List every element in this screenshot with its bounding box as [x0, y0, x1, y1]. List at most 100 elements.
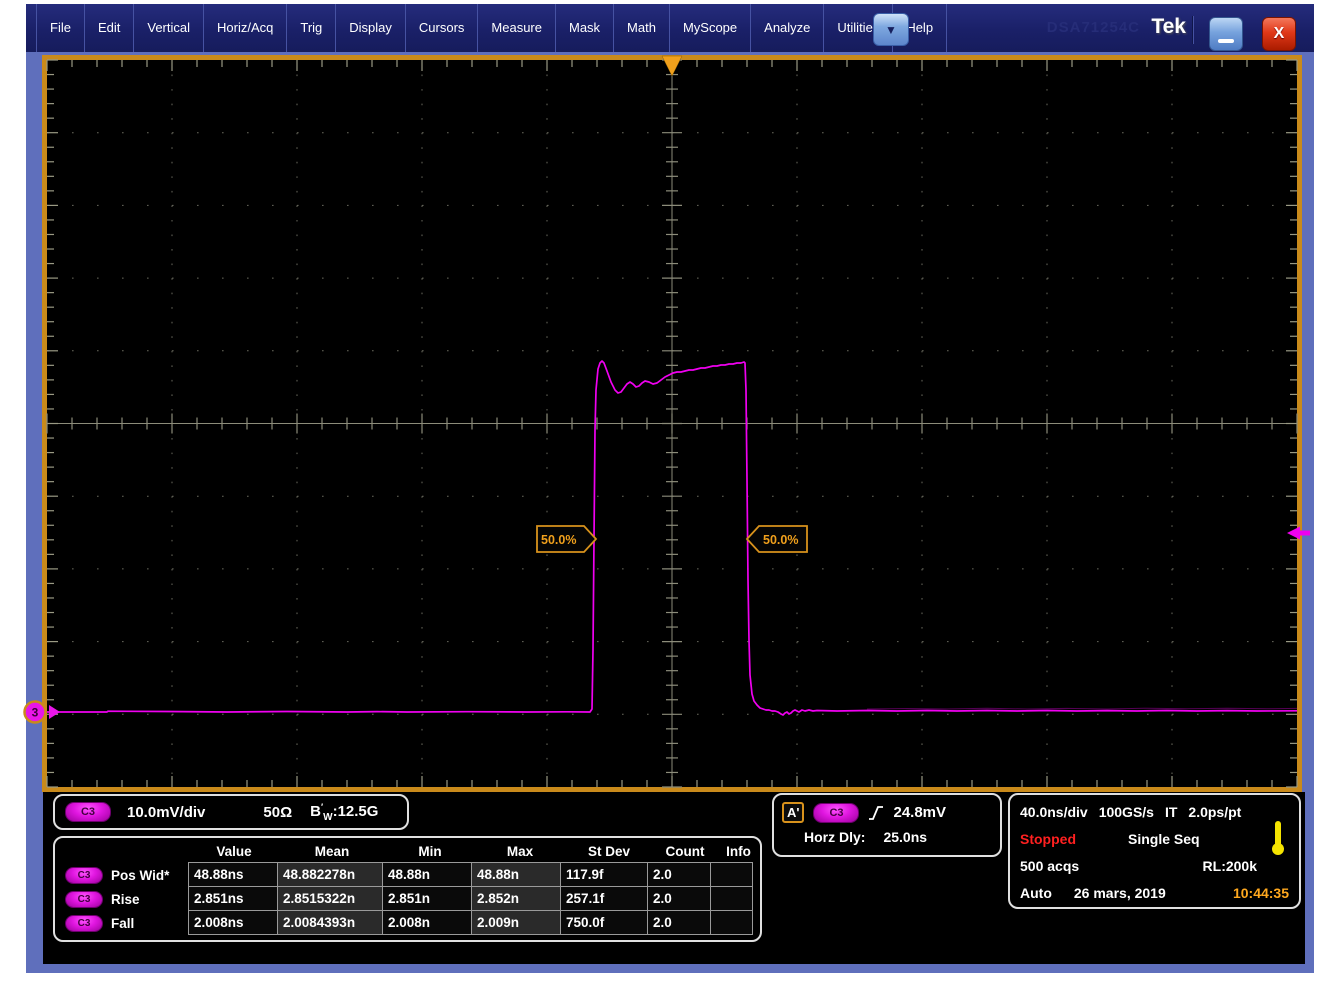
- channel-3-reference-label: 3: [32, 706, 39, 720]
- right-50pct-label: 50.0%: [763, 533, 798, 547]
- measurement-max: 2.009n: [471, 910, 561, 935]
- resolution: 2.0ps/pt: [1188, 804, 1241, 820]
- acq-state: Stopped: [1020, 831, 1076, 847]
- measurement-value: 2.008ns: [188, 910, 278, 935]
- measurement-stdev: 117.9f: [560, 862, 648, 887]
- measurement-label: C3Pos Wid*: [61, 863, 189, 887]
- measurement-min: 2.008n: [382, 910, 472, 935]
- measurement-info: [710, 862, 753, 887]
- measurement-value: 2.851ns: [188, 886, 278, 911]
- column-header-stdev: St Dev: [565, 842, 653, 863]
- measurement-count: 2.0: [647, 862, 711, 887]
- acq-count: 500 acqs: [1020, 858, 1079, 874]
- trigger-panel[interactable]: A' C3 24.8mV Horz Dly:25.0ns: [772, 793, 1002, 857]
- measurement-count: 2.0: [647, 886, 711, 911]
- menu-vertical[interactable]: Vertical: [134, 4, 204, 52]
- measurement-label: C3 Fall: [61, 911, 189, 935]
- rising-edge-icon: [868, 804, 884, 822]
- menu-measure[interactable]: Measure: [478, 4, 556, 52]
- menu-display[interactable]: Display: [336, 4, 406, 52]
- record-length: RL:200k: [1203, 858, 1257, 874]
- acquisition-panel[interactable]: 40.0ns/div 100GS/s IT 2.0ps/pt Stopped S…: [1008, 793, 1301, 909]
- menu-bar: FileEditVerticalHoriz/AcqTrigDisplayCurs…: [36, 4, 947, 52]
- scope-body: 3 50.0% 50.0% C3 10.0mV/div 50Ω B′W:12.5G …: [26, 52, 1314, 973]
- channel-badge: C3: [65, 802, 111, 822]
- menu-file[interactable]: File: [36, 4, 85, 52]
- close-button[interactable]: X: [1262, 17, 1296, 51]
- measurement-info: [710, 910, 753, 935]
- measurement-stdev: 257.1f: [560, 886, 648, 911]
- measurement-row[interactable]: C3Pos Wid*48.88ns48.882278n48.88n48.88n1…: [61, 863, 760, 887]
- channel-3-arrow-icon: [49, 705, 60, 719]
- chevron-down-icon: ▼: [885, 23, 897, 37]
- measurement-value: 48.88ns: [188, 862, 278, 887]
- channel-settings-panel[interactable]: C3 10.0mV/div 50Ω B′W:12.5G: [53, 794, 409, 830]
- measurement-name: Rise: [111, 888, 140, 911]
- measurement-max: 48.88n: [471, 862, 561, 887]
- menu-analyze[interactable]: Analyze: [751, 4, 824, 52]
- trigger-level-arrow[interactable]: [1287, 527, 1300, 540]
- header-spacer: [61, 842, 189, 863]
- menu-horizacq[interactable]: Horiz/Acq: [204, 4, 287, 52]
- titlebar-divider: [1192, 16, 1194, 44]
- measurement-mean: 2.8515322n: [277, 886, 383, 911]
- minimize-button[interactable]: [1209, 17, 1243, 51]
- screenshot: FileEditVerticalHoriz/AcqTrigDisplayCurs…: [0, 0, 1339, 1003]
- measurement-max: 2.852n: [471, 886, 561, 911]
- timebase: 40.0ns/div: [1020, 804, 1088, 820]
- measurement-min: 2.851n: [382, 886, 472, 911]
- datetime-row: Auto 26 mars, 2019 10:44:35: [1020, 879, 1289, 906]
- measurement-mean: 2.0084393n: [277, 910, 383, 935]
- menu-cursors[interactable]: Cursors: [406, 4, 479, 52]
- measurement-stdev: 750.0f: [560, 910, 648, 935]
- minimize-icon: [1218, 39, 1234, 43]
- measurement-min: 48.88n: [382, 862, 472, 887]
- menu-myscope[interactable]: MyScope: [670, 4, 751, 52]
- trigger-summary: A' C3 24.8mV: [774, 795, 1000, 823]
- measurement-mean: 48.882278n: [277, 862, 383, 887]
- column-header-count: Count: [653, 842, 717, 863]
- column-header-min: Min: [385, 842, 475, 863]
- acq-mode: Single Seq: [1128, 831, 1200, 847]
- menu-overflow-button[interactable]: ▼: [873, 13, 909, 46]
- channel-badge: C3: [65, 891, 103, 908]
- trigger-level-arrow-shaft: [1299, 531, 1310, 536]
- horizontal-delay: Horz Dly:25.0ns: [774, 823, 1000, 845]
- menu-trig[interactable]: Trig: [287, 4, 336, 52]
- bandwidth: B′W:12.5G: [310, 802, 378, 823]
- trigger-mode: Auto: [1020, 885, 1052, 901]
- measurement-name: Fall: [111, 912, 134, 935]
- sample-rate: 100GS/s: [1099, 804, 1154, 820]
- temperature-icon: [1271, 821, 1285, 857]
- impedance: 50Ω: [263, 804, 292, 821]
- measurement-row[interactable]: C3 Rise 2.851ns2.8515322n2.851n2.852n257.1…: [61, 887, 760, 911]
- measurement-header-row: ValueMeanMinMaxSt DevCountInfo: [61, 842, 760, 863]
- time-label: 10:44:35: [1233, 885, 1289, 901]
- column-header-info: Info: [717, 842, 760, 863]
- waveform-noise: [867, 708, 1297, 709]
- instrument-model-label: DSA71254C: [1047, 19, 1140, 36]
- measurement-count: 2.0: [647, 910, 711, 935]
- column-header-max: Max: [475, 842, 565, 863]
- left-50pct-label: 50.0%: [541, 533, 576, 547]
- sampling-mode: IT: [1165, 804, 1177, 820]
- tek-logo: Tek: [1151, 15, 1186, 39]
- acquisition-state-row: Stopped Single Seq: [1020, 825, 1289, 852]
- oscilloscope-window: FileEditVerticalHoriz/AcqTrigDisplayCurs…: [26, 4, 1314, 973]
- graticule: 350.0%50.0%: [42, 55, 1302, 792]
- title-menu-bar: FileEditVerticalHoriz/AcqTrigDisplayCurs…: [26, 4, 1314, 52]
- channel-badge: C3: [65, 915, 103, 932]
- waveform-display: 350.0%50.0%: [47, 60, 1297, 787]
- channel-badge: C3: [65, 867, 103, 884]
- measurement-label: C3 Rise: [61, 887, 189, 911]
- vertical-scale: 10.0mV/div: [127, 804, 205, 821]
- measurement-row[interactable]: C3 Fall 2.008ns2.0084393n2.008n2.009n750.0…: [61, 911, 760, 935]
- column-header-mean: Mean: [279, 842, 385, 863]
- menu-mask[interactable]: Mask: [556, 4, 614, 52]
- trigger-level: 24.8mV: [893, 804, 946, 821]
- measurement-table: ValueMeanMinMaxSt DevCountInfoC3Pos Wid*…: [53, 836, 762, 942]
- status-area: C3 10.0mV/div 50Ω B′W:12.5G ValueMeanMin…: [43, 792, 1305, 964]
- menu-math[interactable]: Math: [614, 4, 670, 52]
- menu-edit[interactable]: Edit: [85, 4, 134, 52]
- trigger-position-marker[interactable]: [662, 56, 682, 76]
